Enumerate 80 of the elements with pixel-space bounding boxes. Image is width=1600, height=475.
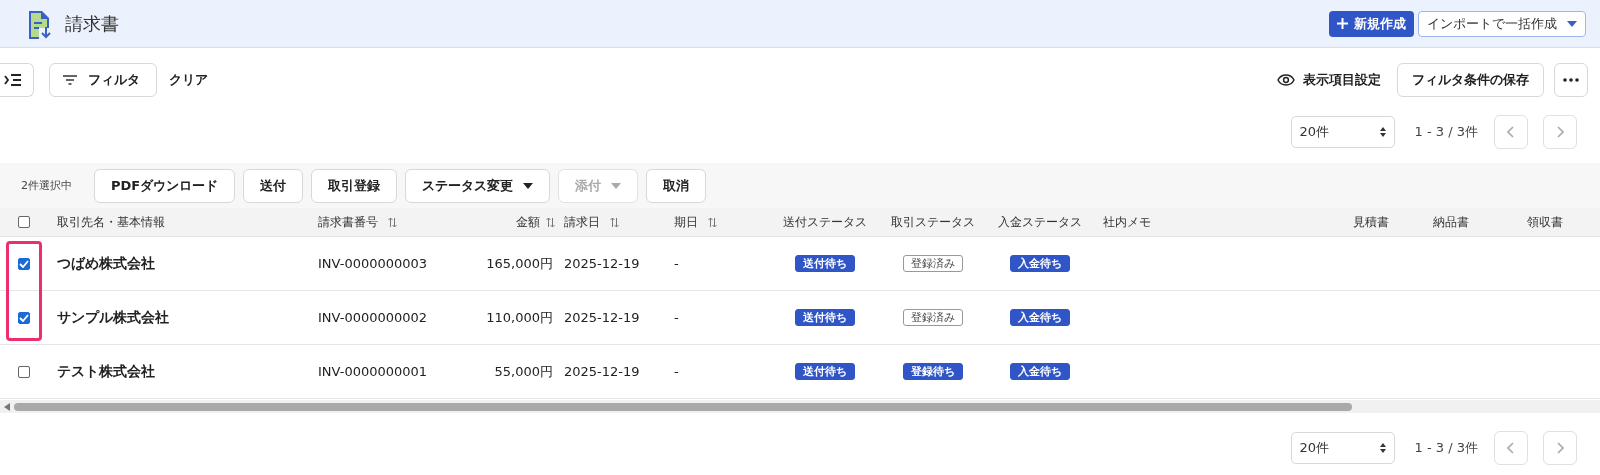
status-badge: 入金待ち (1010, 309, 1070, 326)
column-header: 取引ステータス (890, 214, 975, 230)
chevron-left-icon (1507, 126, 1515, 138)
clear-link[interactable]: クリア (169, 71, 208, 89)
column-header: 送付ステータス (783, 214, 867, 230)
more-icon (1563, 78, 1579, 82)
column-header: 期日 (674, 214, 698, 230)
column-header: 請求書番号 (318, 214, 378, 230)
caret-icon (611, 182, 622, 189)
eye-icon (1277, 74, 1295, 86)
action-button[interactable]: ステータス変更 (405, 168, 551, 203)
action-button[interactable]: 取消 (646, 168, 707, 203)
column-header: 社内メモ (1103, 214, 1151, 230)
status-badge: 入金待ち (1010, 363, 1070, 380)
sidebar-toggle-icon (4, 73, 22, 87)
select-all-checkbox[interactable] (18, 216, 30, 228)
status-badge: 登録済み (902, 309, 963, 326)
filter-icon (62, 74, 78, 86)
scroll-left-icon[interactable] (4, 402, 10, 411)
plus-icon (1337, 18, 1348, 29)
status-badge: 送付待ち (795, 255, 855, 272)
column-header: 納品書 (1433, 214, 1469, 230)
invoice-number: INV-0000000002 (318, 310, 428, 325)
status-badge: 送付待ち (795, 309, 855, 326)
column-settings-link[interactable]: 表示項目設定 (1277, 71, 1381, 89)
sidebar-toggle-button[interactable] (0, 63, 34, 97)
invoice-date: 2025-12-19 (564, 364, 640, 379)
sort-icon[interactable] (610, 216, 619, 228)
selection-count: 2件選択中 (21, 178, 72, 193)
column-header: 金額 (516, 214, 540, 230)
sort-icon[interactable] (708, 216, 717, 228)
updown-icon (1379, 127, 1386, 137)
page-title: 請求書 (65, 11, 119, 36)
sort-icon[interactable] (388, 216, 397, 228)
status-badge: 登録待ち (902, 363, 963, 380)
import-dropdown[interactable]: インポートで一括作成 (1418, 10, 1586, 37)
status-badge: 入金待ち (1010, 255, 1070, 272)
due-date: - (674, 364, 679, 379)
action-button[interactable]: 送付 (243, 168, 304, 203)
document-icon (27, 9, 53, 40)
invoice-number: INV-0000000003 (318, 256, 428, 271)
client-name: サンプル株式会社 (57, 308, 169, 327)
updown-icon (1379, 443, 1386, 453)
invoice-date: 2025-12-19 (564, 310, 640, 325)
status-badge: 登録済み (902, 255, 963, 272)
column-header: 領収書 (1527, 214, 1563, 230)
action-button[interactable]: 取引登録 (311, 168, 398, 203)
row-checkbox[interactable] (18, 365, 30, 378)
due-date: - (674, 256, 679, 271)
amount: 55,000円 (494, 362, 553, 381)
save-filter-button[interactable]: フィルタ条件の保存 (1397, 63, 1544, 97)
status-badge: 送付待ち (795, 363, 855, 380)
amount: 110,000円 (486, 308, 553, 327)
action-button[interactable]: PDFダウンロード (94, 168, 236, 203)
chevron-right-icon (1556, 442, 1564, 454)
due-date: - (674, 310, 679, 325)
caret-icon (523, 182, 534, 189)
filter-button[interactable]: フィルタ (49, 63, 157, 97)
new-button[interactable]: 新規作成 (1329, 10, 1414, 37)
sort-icon[interactable] (546, 216, 555, 228)
horizontal-scrollbar[interactable] (0, 400, 1600, 413)
column-header: 見積書 (1353, 214, 1389, 230)
amount: 165,000円 (486, 254, 553, 273)
more-button[interactable] (1554, 63, 1588, 97)
chevron-left-icon (1507, 442, 1515, 454)
column-header: 取引先名・基本情報 (57, 214, 165, 230)
invoice-number: INV-0000000001 (318, 364, 428, 379)
caret-icon (1567, 20, 1577, 27)
row-checkbox[interactable] (18, 257, 30, 270)
row-checkbox[interactable] (18, 311, 30, 324)
column-header: 入金ステータス (998, 214, 1082, 230)
column-header: 請求日 (564, 214, 600, 230)
per-page-select[interactable]: 20件 (1290, 116, 1395, 148)
client-name: つばめ株式会社 (57, 254, 155, 273)
chevron-right-icon (1556, 126, 1564, 138)
page-range: 1 - 3 / 3件 (1414, 123, 1478, 141)
per-page-select[interactable]: 20件 (1290, 432, 1395, 464)
client-name: テスト株式会社 (57, 362, 155, 381)
page-range: 1 - 3 / 3件 (1414, 439, 1478, 457)
invoice-date: 2025-12-19 (564, 256, 640, 271)
